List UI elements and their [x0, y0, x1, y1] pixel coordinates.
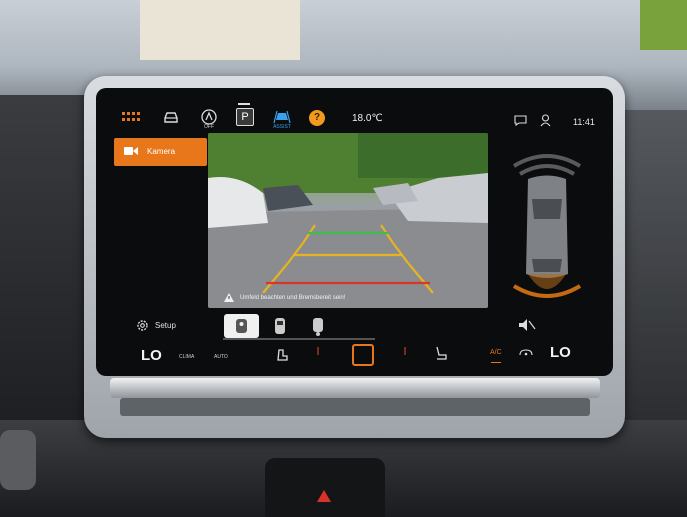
apps-grid-icon[interactable]: [122, 112, 140, 122]
hazard-console: [265, 458, 385, 517]
seat-heat-level-right: [404, 347, 406, 355]
rear-view-button[interactable]: [224, 314, 259, 338]
setup-button[interactable]: Setup: [155, 321, 176, 330]
top-view-icon[interactable]: [268, 314, 292, 338]
view-divider: [223, 338, 375, 340]
ac-active-indicator: [491, 362, 501, 363]
acc-off-label: OFF: [204, 124, 214, 130]
ac-button[interactable]: A/C: [490, 349, 502, 356]
user-profile-icon[interactable]: [540, 114, 551, 127]
clock: 11:41: [573, 117, 595, 127]
recirculation-icon[interactable]: [519, 349, 533, 357]
seat-heat-left-icon[interactable]: [275, 347, 289, 361]
seat-heat-level-left: [317, 347, 319, 355]
background-building: [140, 0, 300, 60]
auto-button[interactable]: AUTO: [214, 354, 228, 360]
dashboard-knob: [0, 430, 36, 490]
sensor-mute-icon[interactable]: [518, 318, 536, 332]
sensor-arc-front-inner: [518, 164, 576, 176]
camera-tab-label: Kamera: [147, 147, 176, 156]
driver-temperature[interactable]: LO: [141, 347, 162, 364]
assist-label: ASSIST: [273, 124, 291, 130]
rear-camera-view: [208, 133, 488, 308]
chrome-trim: [110, 378, 600, 398]
outside-temperature: 18.0℃: [352, 113, 383, 124]
parking-sensor-display: [512, 154, 582, 298]
clima-button[interactable]: CLIMA: [179, 354, 194, 360]
background-tree: [640, 0, 687, 50]
warning-triangle-icon: [224, 293, 234, 302]
gear-icon[interactable]: [136, 319, 149, 332]
rear-view-icon: [236, 319, 247, 333]
camera-icon: [124, 147, 138, 155]
trailer-view-icon[interactable]: [306, 314, 330, 338]
camera-warning-text: Umfeld beachten und Bremsbereit sein!: [240, 295, 346, 301]
hazard-icon[interactable]: [317, 490, 331, 502]
park-indicator-bar: [238, 103, 250, 105]
driver-assist-icon[interactable]: [273, 108, 291, 124]
message-icon[interactable]: [514, 115, 527, 126]
seat-heat-right-icon[interactable]: [434, 346, 448, 360]
camera-scene: [208, 133, 488, 308]
air-vent-slot: [120, 398, 590, 416]
warning-alert-icon[interactable]: ?: [309, 110, 325, 126]
passenger-temperature[interactable]: LO: [550, 344, 571, 361]
car-icon[interactable]: [163, 110, 179, 124]
park-button[interactable]: P: [236, 108, 254, 126]
defrost-button[interactable]: [352, 344, 374, 366]
